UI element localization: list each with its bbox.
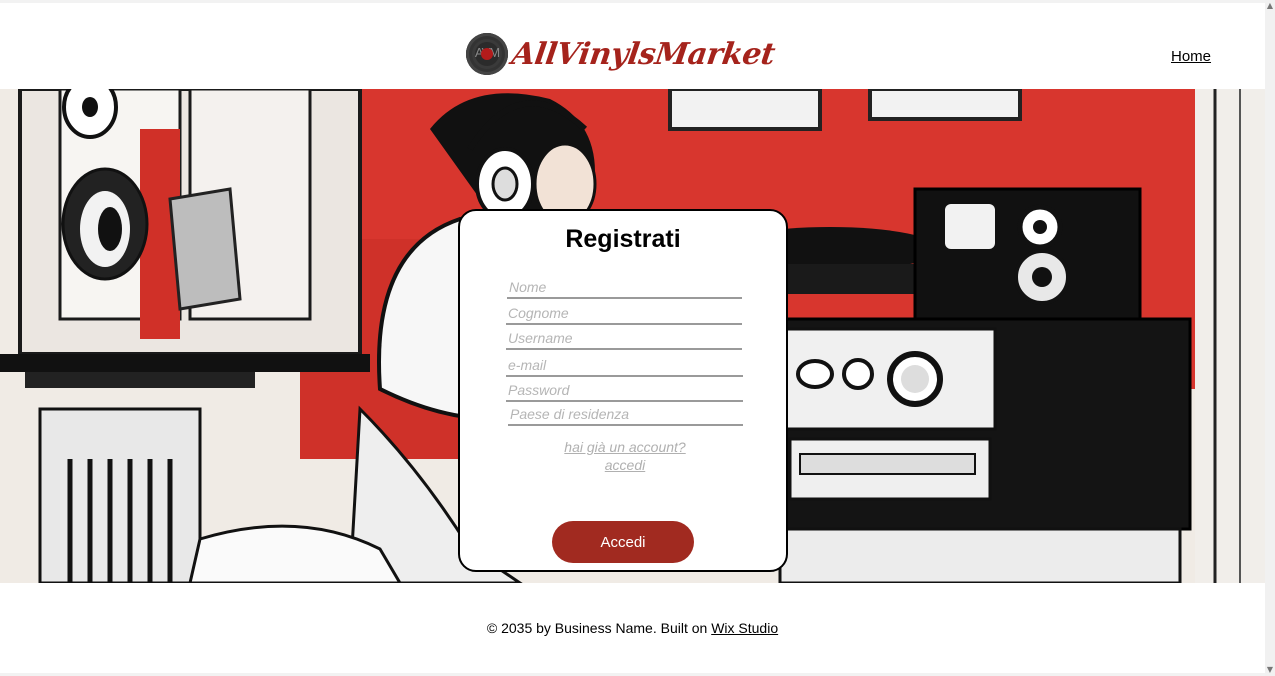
registration-form-card: Registrati hai già un account? accedi Ac… bbox=[458, 209, 788, 572]
login-link[interactable]: hai già un account? accedi bbox=[560, 438, 690, 474]
scroll-down-arrow-icon[interactable]: ▼ bbox=[1266, 666, 1274, 674]
form-title: Registrati bbox=[565, 225, 681, 253]
brand-logo[interactable]: AVM AllVinylsMarket bbox=[466, 33, 777, 75]
email-field[interactable] bbox=[506, 355, 743, 377]
hero-background-illustration: Registrati hai già un account? accedi Ac… bbox=[0, 89, 1265, 583]
accedi-button[interactable]: Accedi bbox=[552, 521, 694, 563]
nav-home-link[interactable]: Home bbox=[1171, 48, 1211, 65]
brand-name: AllVinylsMarket bbox=[509, 36, 777, 72]
footer-copyright-text: © 2035 by Business Name. Built on bbox=[486, 620, 708, 636]
login-link-line1: hai già un account? bbox=[564, 439, 686, 455]
scroll-up-arrow-icon[interactable]: ▲ bbox=[1266, 2, 1274, 10]
vinyl-record-icon: AVM bbox=[466, 33, 508, 75]
page-scrollbar[interactable]: ▲ ▼ bbox=[1265, 0, 1275, 676]
nome-field[interactable] bbox=[507, 277, 742, 299]
site-footer: © 2035 by Business Name. Built on Wix St… bbox=[0, 583, 1265, 673]
site-header: AVM AllVinylsMarket Home bbox=[0, 3, 1265, 89]
cognome-field[interactable] bbox=[506, 303, 742, 325]
password-field[interactable] bbox=[506, 380, 743, 402]
paese-field[interactable] bbox=[508, 404, 743, 426]
footer-copyright: © 2035 by Business Name. Built on Wix St… bbox=[0, 620, 1265, 636]
record-label-dot bbox=[481, 48, 493, 60]
username-field[interactable] bbox=[506, 328, 742, 350]
login-link-line2: accedi bbox=[604, 457, 646, 473]
wix-studio-link[interactable]: Wix Studio bbox=[711, 620, 778, 636]
page: AVM AllVinylsMarket Home bbox=[0, 0, 1265, 676]
